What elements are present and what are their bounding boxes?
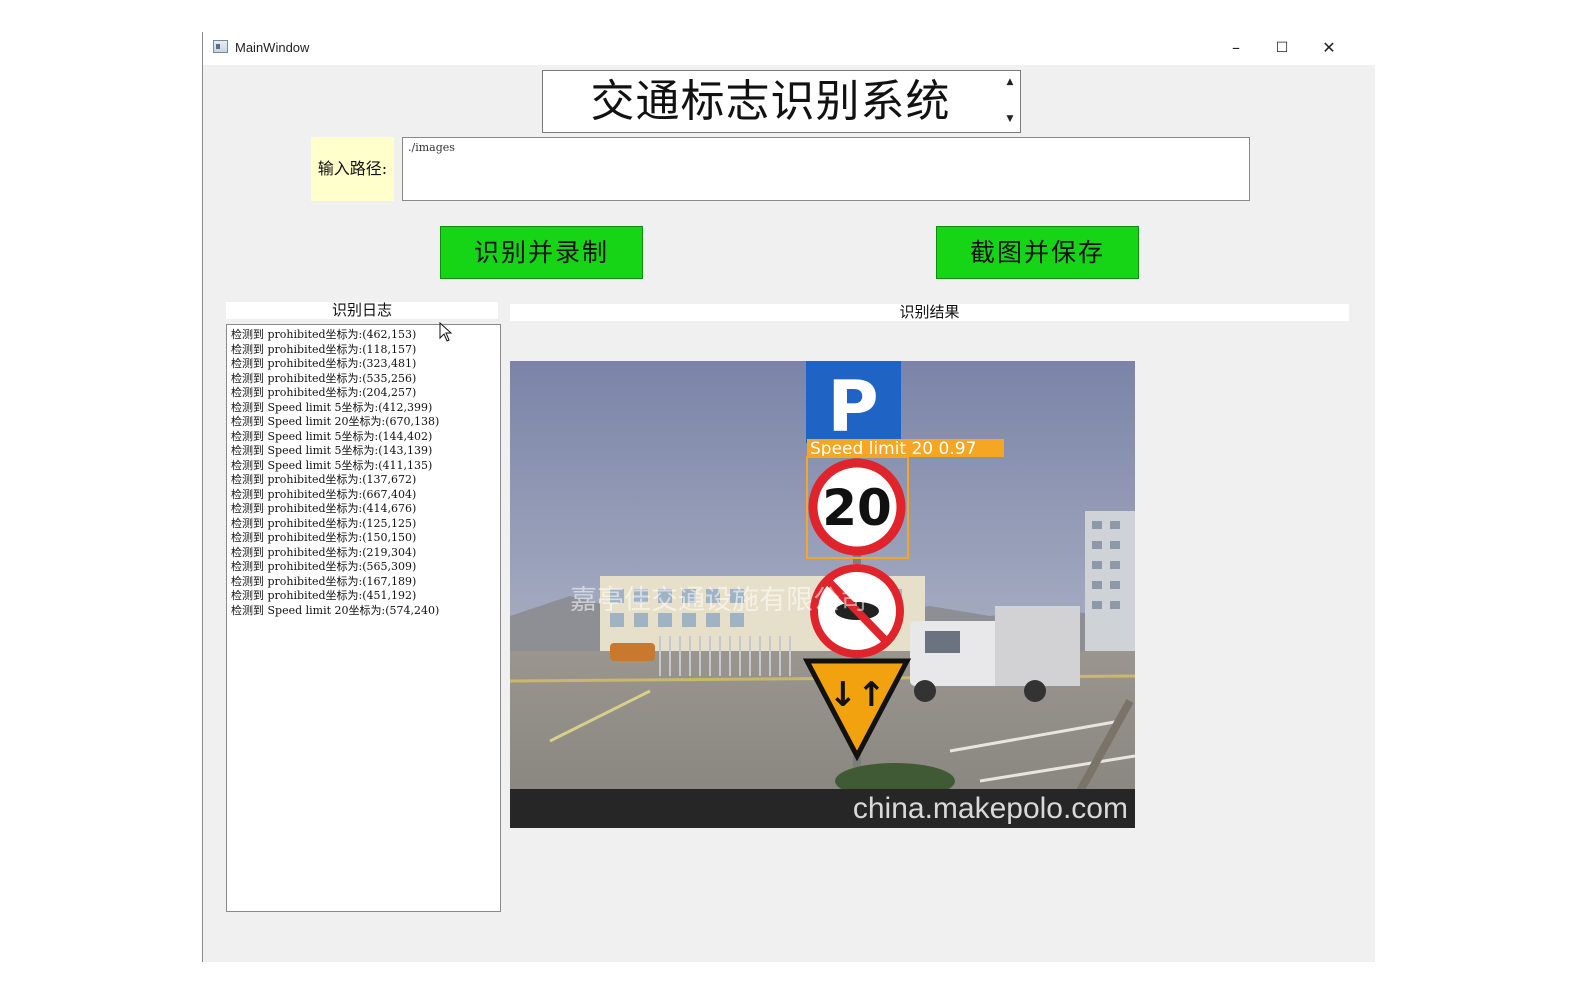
screenshot-save-button[interactable]: 截图并保存 — [936, 226, 1139, 279]
log-line: 检测到 Speed limit 20坐标为:(574,240) — [231, 603, 440, 617]
speed-limit-sign-label: 20 — [822, 479, 892, 537]
log-line: 检测到 prohibited坐标为:(118,157) — [231, 342, 417, 356]
path-label: 输入路径: — [311, 137, 394, 201]
app-icon — [213, 40, 228, 53]
log-list[interactable]: 检测到 prohibited坐标为:(462,153) 检测到 prohibit… — [226, 324, 501, 912]
log-line: 检测到 Speed limit 5坐标为:(412,399) — [231, 400, 433, 414]
log-line: 检测到 prohibited坐标为:(323,481) — [231, 357, 417, 370]
system-title: 交通标志识别系统 — [590, 76, 951, 127]
log-line: 检测到 prohibited坐标为:(565,309) — [231, 560, 417, 573]
log-line: 检测到 prohibited坐标为:(167,189) — [231, 574, 417, 588]
mouse-cursor-icon — [439, 322, 453, 342]
two-way-sign-label: ↓↑ — [829, 675, 886, 715]
spin-down-icon[interactable]: ▼ — [1002, 102, 1018, 130]
window-title: MainWindow — [235, 40, 310, 55]
watermark-company: 嘉亭佳交通设施有限公司 — [570, 585, 867, 616]
log-title: 识别日志 — [226, 302, 498, 319]
main-window: MainWindow – ☐ ✕ 交通标志识别系统 ▲ ▼ 输入路径: ./im… — [202, 32, 1375, 962]
log-line: 检测到 prohibited坐标为:(125,125) — [231, 516, 417, 530]
log-line: 检测到 prohibited坐标为:(150,150) — [231, 531, 417, 544]
log-line: 检测到 prohibited坐标为:(667,404) — [231, 487, 417, 501]
watermark-site: china.makepolo.com — [853, 792, 1128, 825]
log-line: 检测到 prohibited坐标为:(451,192) — [231, 589, 417, 602]
title-spinbox[interactable]: 交通标志识别系统 ▲ ▼ — [542, 70, 1021, 133]
log-line: 检测到 Speed limit 20坐标为:(670,138) — [231, 415, 440, 428]
result-image: P Speed limit 20 0.97 20 ↓↑ 嘉亭佳交通设施有限公司 — [510, 361, 1135, 828]
log-line: 检测到 Speed limit 5坐标为:(411,135) — [231, 458, 433, 472]
recognize-record-button[interactable]: 识别并录制 — [440, 226, 643, 279]
log-line: 检测到 Speed limit 5坐标为:(143,139) — [231, 444, 433, 457]
path-input[interactable]: ./images — [402, 137, 1250, 201]
log-line: 检测到 prohibited坐标为:(535,256) — [231, 371, 417, 385]
close-button[interactable]: ✕ — [1309, 35, 1349, 61]
log-line: 检测到 prohibited坐标为:(137,672) — [231, 473, 417, 486]
log-line: 检测到 prohibited坐标为:(204,257) — [231, 386, 417, 399]
log-line: 检测到 prohibited坐标为:(219,304) — [231, 545, 417, 559]
maximize-button[interactable]: ☐ — [1262, 35, 1302, 61]
parking-sign-label: P — [827, 366, 878, 448]
title-bar[interactable]: MainWindow – ☐ ✕ — [203, 32, 1375, 65]
minimize-button[interactable]: – — [1216, 35, 1256, 61]
spin-up-icon[interactable]: ▲ — [1002, 73, 1018, 101]
result-title: 识别结果 — [510, 304, 1349, 321]
log-line: 检测到 prohibited坐标为:(462,153) — [231, 328, 417, 341]
log-line: 检测到 prohibited坐标为:(414,676) — [231, 502, 417, 515]
log-line: 检测到 Speed limit 5坐标为:(144,402) — [231, 429, 433, 443]
